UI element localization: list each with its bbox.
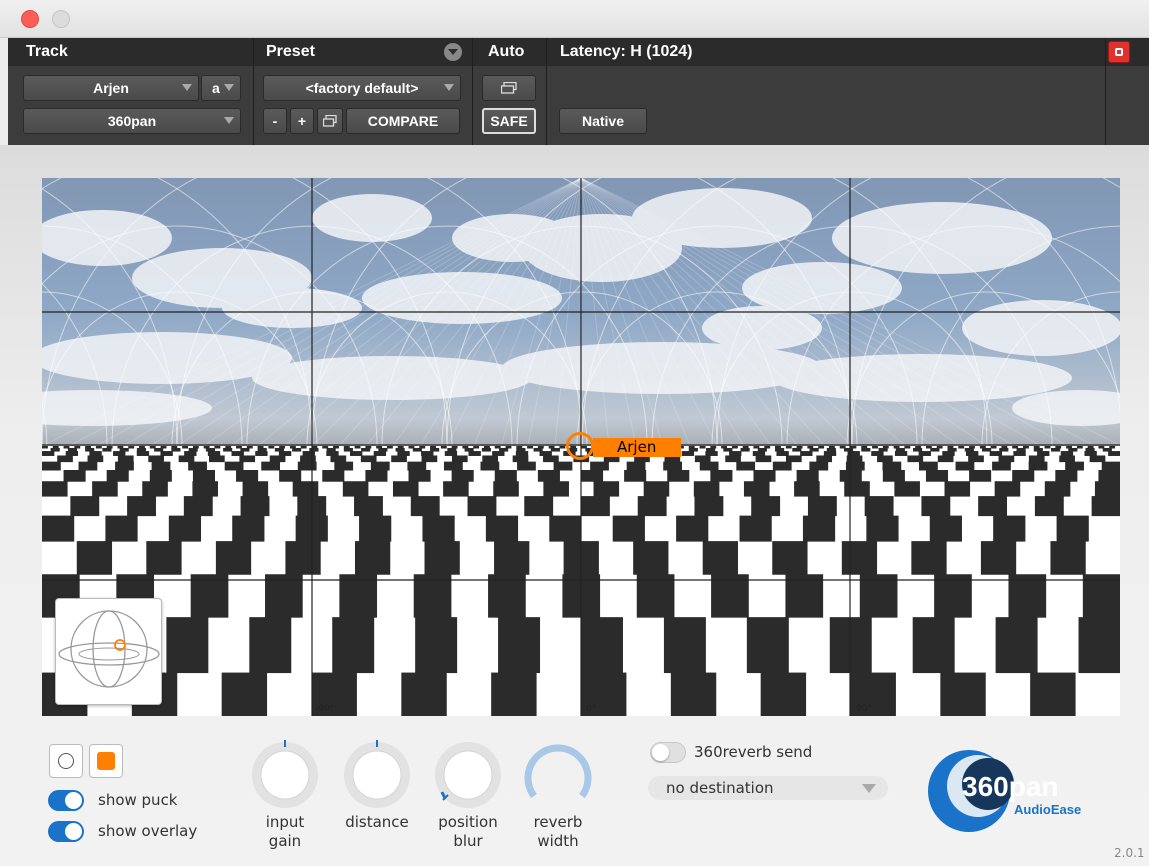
minimize-window-button[interactable]	[52, 10, 70, 28]
close-window-button[interactable]	[21, 10, 39, 28]
version-label: 2.0.1	[1114, 846, 1145, 860]
track-select[interactable]: Arjen	[23, 75, 199, 101]
reverb-send-toggle[interactable]	[650, 742, 686, 763]
preset-prev-button[interactable]: -	[263, 108, 287, 134]
input-gain-knob[interactable]	[250, 740, 320, 810]
window-titlebar	[0, 0, 1149, 38]
track-heading: Track	[26, 43, 68, 60]
show-puck-toggle[interactable]	[48, 790, 84, 811]
copy-icon	[322, 114, 337, 127]
distance-knob[interactable]	[342, 740, 412, 810]
auto-button[interactable]	[482, 75, 536, 101]
distance-label: distance	[345, 813, 409, 831]
show-puck-label: show puck	[98, 791, 178, 809]
svg-text:AudioEase: AudioEase	[1014, 802, 1081, 817]
reverb-send-label: 360reverb send	[694, 743, 813, 761]
preset-menu-icon[interactable]	[444, 43, 462, 61]
degree-label-minus90: -90°	[315, 704, 335, 714]
puck-label[interactable]: Arjen	[593, 438, 681, 457]
degree-label-0: 0°	[586, 704, 597, 714]
record-button[interactable]	[1108, 41, 1130, 63]
track-name: Arjen	[93, 80, 129, 96]
destination-select[interactable]: no destination	[648, 776, 888, 800]
input-gain-label: input gain	[265, 813, 305, 850]
automation-icon	[500, 81, 517, 94]
native-button[interactable]: Native	[559, 108, 647, 134]
show-overlay-toggle[interactable]	[48, 821, 84, 842]
reverb-width-knob[interactable]	[523, 738, 593, 808]
mode-square-button[interactable]	[89, 744, 123, 778]
show-overlay-label: show overlay	[98, 822, 198, 840]
svg-text:360pan: 360pan	[962, 771, 1059, 802]
square-icon	[97, 752, 115, 770]
panorama-view[interactable]: Arjen	[42, 178, 1120, 716]
degree-label-90: 90°	[856, 704, 872, 714]
channel-select[interactable]: a	[201, 75, 241, 101]
preset-heading: Preset	[266, 43, 315, 60]
latency-heading: Latency: H (1024)	[560, 43, 693, 60]
preset-copy-button[interactable]	[317, 108, 343, 134]
position-blur-knob[interactable]	[433, 740, 503, 810]
chevron-down-icon	[862, 784, 876, 793]
channel-name: a	[212, 80, 220, 96]
mode-circle-button[interactable]	[49, 744, 83, 778]
circle-icon	[58, 753, 74, 769]
source-puck[interactable]	[566, 432, 594, 460]
plugin-header: Track Preset Auto Latency: H (1024) Arje…	[8, 38, 1149, 145]
globe-icon	[58, 610, 160, 688]
compare-button[interactable]: COMPARE	[346, 108, 460, 134]
auto-heading: Auto	[488, 43, 525, 60]
360pan-logo: 360pan AudioEase	[928, 750, 1081, 832]
preset-select[interactable]: <factory default>	[263, 75, 461, 101]
globe-view[interactable]	[55, 598, 162, 705]
reverb-width-label: reverb width	[533, 813, 583, 850]
plugin-select[interactable]: 360pan	[23, 108, 241, 134]
plugin-name: 360pan	[107, 113, 157, 129]
position-blur-label: position blur	[438, 813, 498, 850]
safe-button[interactable]: SAFE	[482, 108, 536, 134]
preset-next-button[interactable]: +	[290, 108, 314, 134]
preset-name: <factory default>	[305, 80, 419, 96]
